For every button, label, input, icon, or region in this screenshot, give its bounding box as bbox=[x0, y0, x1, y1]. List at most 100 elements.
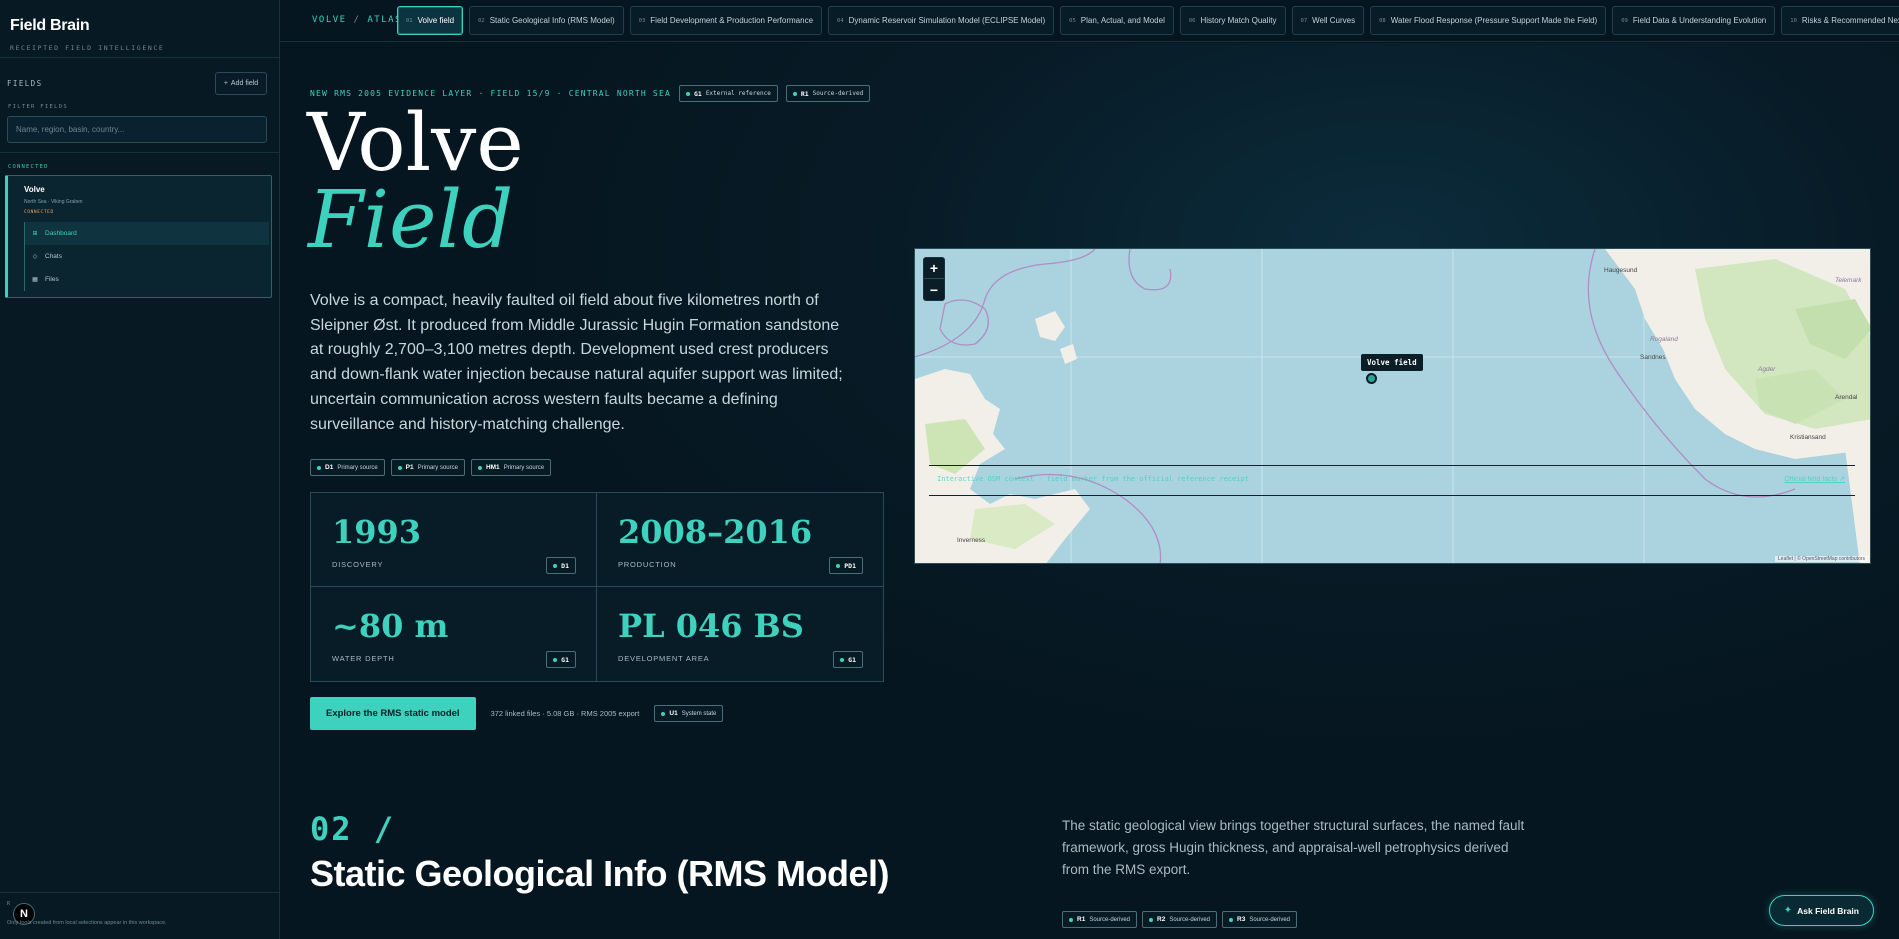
stat-label: WATER DEPTH bbox=[332, 654, 395, 663]
explore-rms-button[interactable]: Explore the RMS static model bbox=[310, 697, 476, 730]
stat-discovery: 1993 DISCOVERY D1 bbox=[311, 493, 597, 587]
tab-water-flood[interactable]: 08 Water Flood Response (Pressure Support… bbox=[1370, 6, 1607, 35]
tab-plan-actual-model[interactable]: 05 Plan, Actual, and Model bbox=[1060, 6, 1174, 35]
tab-label: Dynamic Reservoir Simulation Model (ECLI… bbox=[848, 16, 1046, 25]
add-field-button[interactable]: + Add field bbox=[215, 72, 267, 95]
dot-icon bbox=[840, 657, 845, 662]
breadcrumb-field[interactable]: VOLVE bbox=[312, 15, 347, 25]
dashboard-icon: ⊞ bbox=[32, 231, 38, 237]
chip-code: G1 bbox=[561, 655, 569, 664]
map-label-arendal: Arendal bbox=[1835, 394, 1858, 401]
stat-label: PRODUCTION bbox=[618, 560, 677, 569]
tab-label: Field Data & Understanding Evolution bbox=[1632, 16, 1767, 25]
chip-code: R2 bbox=[1157, 916, 1166, 923]
evidence-chip[interactable]: G1 External reference bbox=[678, 85, 778, 102]
tab-volve-field[interactable]: 01 Volve field bbox=[397, 6, 464, 35]
dot-icon bbox=[397, 465, 402, 470]
tab-field-data-evolution[interactable]: 09 Field Data & Understanding Evolution bbox=[1612, 6, 1776, 35]
nav-item-dashboard[interactable]: ⊞ Dashboard bbox=[25, 222, 269, 245]
map-label-sandnes: Sandnes bbox=[1640, 354, 1666, 361]
evidence-chip[interactable]: G1 bbox=[833, 651, 863, 668]
tab-number: 10 bbox=[1790, 17, 1797, 24]
evidence-chip[interactable]: G1 bbox=[546, 651, 576, 668]
map-caption-bar: Interactive OSM context · field marker f… bbox=[929, 465, 1855, 496]
chip-code: HM1 bbox=[485, 464, 500, 471]
evidence-chip[interactable]: PD1 bbox=[829, 557, 863, 574]
field-name: Volve bbox=[24, 185, 45, 194]
evidence-chip[interactable]: R2 Source-derived bbox=[1142, 911, 1217, 928]
zoom-out-button[interactable]: − bbox=[924, 279, 944, 300]
dot-icon bbox=[685, 91, 690, 96]
field-card-volve[interactable]: Volve North Sea · Viking Graben CONNECTE… bbox=[5, 175, 272, 298]
dot-icon bbox=[661, 711, 666, 716]
evidence-chip[interactable]: P1 Primary source bbox=[390, 459, 465, 476]
app-title[interactable]: Field Brain bbox=[10, 17, 269, 35]
filter-fields-input[interactable] bbox=[7, 116, 267, 143]
field-region: North Sea · Viking Graben bbox=[24, 199, 83, 205]
chip-label: Primary source bbox=[337, 464, 378, 471]
chip-code: U1 bbox=[669, 710, 678, 717]
map-caption: Interactive OSM context · field marker f… bbox=[937, 475, 1249, 483]
section-tabbar: VOLVE / ATLAS 01 Volve field 02 Static Geo… bbox=[280, 0, 1899, 42]
source-chips: D1 Primary source P1 Primary source HM1 Pri… bbox=[310, 459, 552, 476]
brand: Field Brain RECEIPTED FIELD INTELLIGENCE bbox=[0, 0, 279, 58]
hero-description: Volve is a compact, heavily faulted oil … bbox=[310, 292, 843, 433]
chip-code: P1 bbox=[405, 464, 414, 471]
field-nav: ⊞ Dashboard ◇ Chats ▦ Files bbox=[24, 222, 269, 291]
chip-label: Primary source bbox=[503, 464, 545, 471]
section-chips: R1 Source-derived R2 Source-derived R3 Sour… bbox=[1062, 911, 1297, 928]
tab-well-curves[interactable]: 07 Well Curves bbox=[1291, 6, 1365, 35]
evidence-chip[interactable]: R1 Source-derived bbox=[1062, 911, 1137, 928]
zoom-in-button[interactable]: + bbox=[924, 258, 944, 279]
filter-label: FILTER FIELDS bbox=[8, 104, 68, 110]
tab-label: Volve field bbox=[417, 16, 455, 25]
tab-dynamic-simulation[interactable]: 04 Dynamic Reservoir Simulation Model (EC… bbox=[828, 6, 1055, 35]
stat-production: 2008–2016 PRODUCTION PD1 bbox=[597, 493, 883, 587]
tab-label: Risks & Recommended Next-Step Actions bbox=[1801, 16, 1899, 25]
map-label-inverness: Inverness bbox=[957, 537, 986, 544]
chat-icon: ◇ bbox=[32, 254, 38, 260]
tab-number: 03 bbox=[638, 17, 646, 24]
chip-label: Source-derived bbox=[812, 90, 864, 97]
field-status-badge: CONNECTED bbox=[24, 210, 54, 215]
breadcrumb-separator: / bbox=[353, 15, 361, 25]
dot-icon bbox=[553, 657, 558, 662]
field-map[interactable]: Haugesund Sandnes Rogaland Agder Arendal… bbox=[914, 248, 1871, 564]
tab-number: 09 bbox=[1621, 17, 1628, 24]
evidence-chip[interactable]: R1 Source-derived bbox=[785, 85, 871, 102]
evidence-chip[interactable]: D1 bbox=[546, 557, 576, 574]
evidence-chip[interactable]: R3 Source-derived bbox=[1222, 911, 1297, 928]
dot-icon bbox=[553, 563, 558, 568]
stat-label: DEVELOPMENT AREA bbox=[618, 654, 710, 663]
ask-field-brain-button[interactable]: ✦ Ask Field Brain bbox=[1768, 895, 1874, 926]
tab-risks-actions[interactable]: 10 Risks & Recommended Next-Step Actions bbox=[1781, 6, 1899, 35]
plus-icon: + bbox=[223, 80, 228, 87]
map-attribution[interactable]: Leaflet | © OpenStreetMap contributors bbox=[1775, 556, 1868, 562]
tab-number: 04 bbox=[837, 17, 844, 24]
hero-title-line-2: Field bbox=[308, 173, 514, 266]
tab-history-match[interactable]: 06 History Match Quality bbox=[1179, 6, 1286, 35]
official-field-facts-link[interactable]: Official field facts ↗ bbox=[1784, 475, 1845, 483]
tab-number: 01 bbox=[406, 17, 413, 24]
nav-item-label: Files bbox=[45, 276, 59, 283]
files-icon: ▦ bbox=[32, 277, 38, 283]
nav-item-files[interactable]: ▦ Files bbox=[25, 268, 269, 291]
fields-label: FIELDS bbox=[7, 79, 43, 88]
hero-title-line-1: Volve bbox=[307, 96, 524, 189]
tab-static-geology[interactable]: 02 Static Geological Info (RMS Model) bbox=[469, 6, 624, 35]
stat-label: DISCOVERY bbox=[332, 560, 384, 569]
fields-header: FIELDS + Add field bbox=[7, 72, 269, 96]
breadcrumb: VOLVE / ATLAS bbox=[312, 15, 402, 25]
stat-value: 2008–2016 bbox=[618, 513, 813, 551]
dot-icon bbox=[792, 91, 797, 96]
nav-item-chats[interactable]: ◇ Chats bbox=[25, 245, 269, 268]
tab-field-development[interactable]: 03 Field Development & Production Perform… bbox=[629, 6, 823, 35]
evidence-chip[interactable]: HM1 Primary source bbox=[470, 459, 552, 476]
evidence-chip[interactable]: U1 System state bbox=[654, 705, 724, 722]
map-marker-icon[interactable] bbox=[1366, 373, 1377, 384]
chip-label: External reference bbox=[705, 90, 771, 97]
tab-number: 05 bbox=[1069, 17, 1076, 24]
dot-icon bbox=[1229, 917, 1233, 922]
evidence-chip[interactable]: D1 Primary source bbox=[310, 459, 385, 476]
connected-group-label: CONNECTED bbox=[8, 164, 49, 170]
